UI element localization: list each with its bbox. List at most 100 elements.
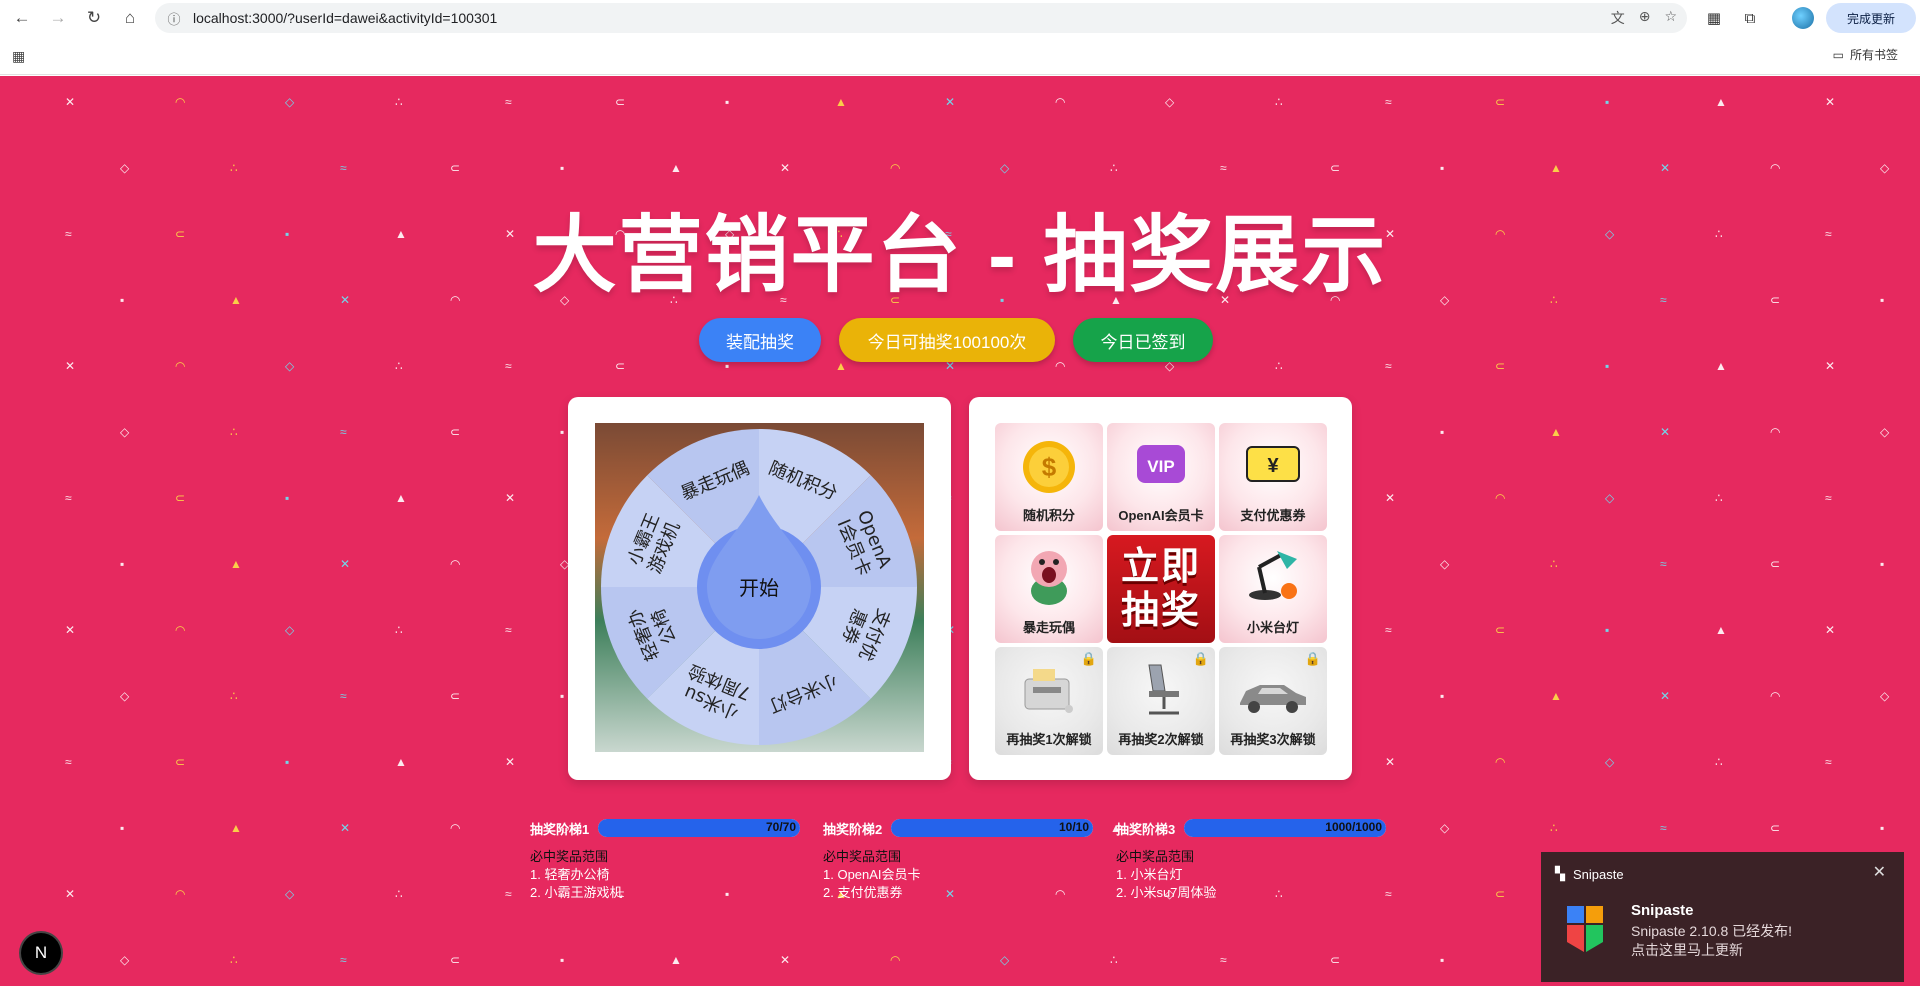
coin-icon: $ bbox=[1023, 441, 1075, 493]
zoom-icon[interactable]: ⊕ bbox=[1639, 8, 1651, 28]
draw-now-line2: 抽奖 bbox=[1120, 590, 1201, 632]
svg-text:VIP: VIP bbox=[1147, 457, 1174, 476]
confetti-mark: ◠ bbox=[1055, 95, 1065, 109]
grid-cell-locked: 🔒 再抽奖3次解锁 bbox=[1219, 647, 1327, 755]
confetti-mark: ◇ bbox=[1000, 161, 1010, 175]
all-bookmarks-folder[interactable]: ▭ 所有书签 bbox=[1833, 46, 1898, 63]
stage-progress-bar: 70/70 bbox=[598, 819, 800, 837]
stage-progress-value: 10/10 bbox=[1058, 820, 1089, 834]
confetti-mark: ⊂ bbox=[1770, 557, 1780, 571]
confetti-mark: ∴ bbox=[395, 95, 403, 109]
office-chair-icon bbox=[1148, 664, 1179, 715]
extension-chart-icon[interactable]: ▦ bbox=[1700, 4, 1728, 32]
confetti-mark: ∴ bbox=[1715, 755, 1723, 769]
confetti-mark: ≈ bbox=[340, 425, 347, 439]
grid-cell-label: 再抽奖2次解锁 bbox=[1118, 732, 1204, 747]
confetti-mark: ✕ bbox=[65, 887, 75, 901]
confetti-mark: ▪ bbox=[1440, 161, 1444, 175]
confetti-mark: ▲ bbox=[1550, 425, 1562, 439]
range-item: 2. 小霸王游戏机 bbox=[530, 885, 623, 900]
confetti-mark: ◇ bbox=[1440, 557, 1450, 571]
confetti-mark: ▪ bbox=[285, 755, 289, 769]
confetti-mark: ✕ bbox=[340, 821, 350, 835]
grid-cell: ¥ 支付优惠券 bbox=[1219, 423, 1327, 531]
confetti-mark: ⊂ bbox=[450, 161, 460, 175]
signed-in-button[interactable]: 今日已签到 bbox=[1073, 318, 1213, 362]
confetti-mark: ∴ bbox=[230, 161, 238, 175]
confetti-mark: ◇ bbox=[285, 887, 295, 901]
back-icon[interactable]: ← bbox=[8, 4, 36, 32]
toast-close-icon[interactable]: ✕ bbox=[1873, 862, 1886, 882]
confetti-mark: ⊂ bbox=[1495, 623, 1505, 637]
confetti-mark: ⊂ bbox=[615, 95, 625, 109]
confetti-mark: ⊂ bbox=[450, 689, 460, 703]
toast-app-name: Snipaste bbox=[1573, 866, 1624, 882]
nextjs-dev-badge[interactable]: N bbox=[21, 933, 61, 973]
confetti-mark: ◇ bbox=[120, 953, 130, 967]
apps-grid-icon[interactable]: ▦ bbox=[12, 48, 25, 65]
stage-progress-bar: 1000/1000 bbox=[1184, 819, 1386, 837]
confetti-mark: ◠ bbox=[1770, 161, 1780, 175]
confetti-mark: ≈ bbox=[505, 887, 512, 901]
confetti-mark: ▪ bbox=[560, 161, 564, 175]
confetti-mark: ▪ bbox=[1605, 95, 1609, 109]
address-url[interactable]: localhost:3000/?userId=dawei&activityId=… bbox=[193, 10, 497, 26]
home-icon[interactable]: ⌂ bbox=[116, 4, 144, 32]
confetti-mark: ≈ bbox=[340, 953, 347, 967]
site-info-icon[interactable]: ⓘ bbox=[165, 9, 183, 27]
wheel-background: 随机积分 OpenAI会员卡 支付优惠券 小米台灯 小米su7周体验 轻奢办公椅 小霸王游戏… bbox=[595, 423, 924, 752]
car-icon bbox=[1240, 685, 1306, 713]
confetti-mark: ▪ bbox=[120, 821, 124, 835]
confetti-mark: ◠ bbox=[450, 821, 460, 835]
game-console-icon bbox=[1024, 669, 1073, 713]
confetti-mark: ≈ bbox=[1385, 623, 1392, 637]
update-button[interactable]: 完成更新 bbox=[1826, 3, 1916, 33]
coupon-icon: ¥ bbox=[1246, 446, 1300, 482]
prize-wheel[interactable]: 随机积分OpenAI会员卡支付优惠券小米台灯小米su7周体验轻奢办公椅小霸王游戏… bbox=[595, 423, 924, 752]
address-bar[interactable]: ⓘ localhost:3000/?userId=dawei&activityI… bbox=[155, 3, 1687, 33]
confetti-mark: ◇ bbox=[1880, 425, 1890, 439]
confetti-mark: ≈ bbox=[340, 689, 347, 703]
confetti-mark: ▪ bbox=[725, 95, 729, 109]
confetti-mark: ▪ bbox=[120, 557, 124, 571]
confetti-mark: ◇ bbox=[1880, 161, 1890, 175]
confetti-mark: ◇ bbox=[1605, 755, 1615, 769]
translate-icon[interactable]: 文 bbox=[1611, 8, 1625, 28]
extensions-puzzle-icon[interactable]: ⧉ bbox=[1736, 4, 1764, 32]
confetti-mark: ∴ bbox=[1715, 491, 1723, 505]
profile-avatar[interactable] bbox=[1792, 7, 1814, 29]
draw-now-button[interactable]: 立即 抽奖 bbox=[1107, 535, 1215, 643]
confetti-mark: ◠ bbox=[1495, 755, 1505, 769]
confetti-mark: ✕ bbox=[780, 953, 790, 967]
range-item: 1. 小米台灯 bbox=[1116, 867, 1183, 882]
forward-icon[interactable]: → bbox=[44, 4, 72, 32]
confetti-mark: ⊂ bbox=[1770, 821, 1780, 835]
wheel-start-label[interactable]: 开始 bbox=[739, 576, 779, 600]
confetti-mark: ≈ bbox=[1825, 491, 1832, 505]
confetti-mark: ◇ bbox=[120, 161, 130, 175]
draws-today-button[interactable]: 今日可抽奖100100次 bbox=[839, 318, 1055, 362]
prize-grid: $ 随机积分 VIP OpenAI会员卡 ¥ 支付优惠券 暴走玩偶 立即 抽奖 … bbox=[995, 423, 1327, 755]
toast-message: Snipaste 2.10.8 已经发布! 点击这里马上更新 bbox=[1631, 922, 1792, 960]
confetti-mark: ▲ bbox=[1550, 689, 1562, 703]
grid-cell-label: 再抽奖3次解锁 bbox=[1230, 732, 1316, 747]
stage-2: 抽奖阶梯2 10/10 必中奖品范围 1. OpenAI会员卡 2. 支付优惠券 bbox=[823, 818, 1093, 902]
folder-icon: ▭ bbox=[1832, 47, 1844, 62]
confetti-mark: ▪ bbox=[285, 491, 289, 505]
range-item: 2. 支付优惠券 bbox=[823, 885, 903, 900]
reload-icon[interactable]: ↻ bbox=[80, 4, 108, 32]
confetti-mark: ▲ bbox=[670, 953, 682, 967]
confetti-mark: ✕ bbox=[65, 95, 75, 109]
grid-cell-label: OpenAI会员卡 bbox=[1118, 508, 1204, 523]
snipaste-toast[interactable]: ▚ Snipaste ✕ Snipaste Snipaste 2.10.8 已经… bbox=[1541, 852, 1904, 982]
assemble-lottery-button[interactable]: 装配抽奖 bbox=[699, 318, 821, 362]
range-title: 必中奖品范围 bbox=[530, 849, 609, 864]
confetti-mark: ∴ bbox=[395, 623, 403, 637]
lamp-icon bbox=[1249, 551, 1297, 600]
bookmarks-bar: ▦ ▭ 所有书签 bbox=[0, 38, 1920, 75]
range-item: 1. 轻奢办公椅 bbox=[530, 867, 610, 882]
grid-cell-label: 支付优惠券 bbox=[1240, 508, 1306, 523]
confetti-mark: ✕ bbox=[1385, 491, 1395, 505]
bookmark-star-icon[interactable]: ☆ bbox=[1664, 8, 1677, 28]
confetti-mark: ∴ bbox=[1550, 557, 1558, 571]
